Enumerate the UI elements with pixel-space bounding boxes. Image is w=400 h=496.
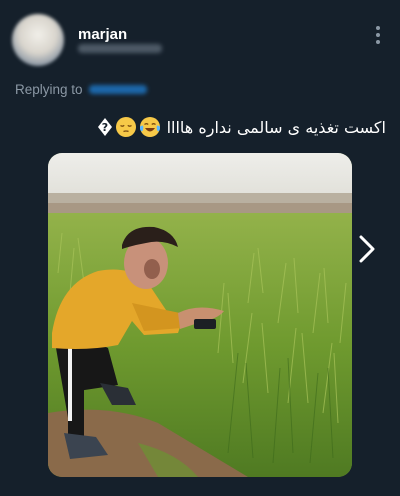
photo-scene bbox=[48, 153, 352, 477]
replied-handle-redacted[interactable] bbox=[88, 85, 147, 94]
svg-text:?: ? bbox=[101, 121, 107, 134]
replying-to: Replying to bbox=[15, 82, 147, 97]
replying-label: Replying to bbox=[15, 82, 83, 97]
face-with-tears-of-joy-icon bbox=[139, 116, 161, 138]
pensive-face-icon bbox=[115, 116, 137, 138]
tweet-text: اکست تغذیه ی سالمی نداره هاااا bbox=[166, 117, 386, 137]
unknown-glyph-icon: ? bbox=[97, 117, 113, 137]
tweet-screen: marjan Replying to اکست تغذیه ی سالمی ند… bbox=[0, 0, 400, 496]
tweet-text-row: اکست تغذیه ی سالمی نداره هاااا ? bbox=[97, 116, 386, 138]
chevron-right-icon[interactable] bbox=[356, 234, 378, 264]
emoji-row: ? bbox=[97, 116, 161, 138]
avatar[interactable] bbox=[12, 14, 64, 66]
tweet-photo[interactable] bbox=[48, 153, 352, 477]
author-handle-redacted[interactable] bbox=[78, 44, 162, 53]
author-name[interactable]: marjan bbox=[78, 26, 127, 43]
more-vertical-icon[interactable] bbox=[370, 24, 386, 46]
